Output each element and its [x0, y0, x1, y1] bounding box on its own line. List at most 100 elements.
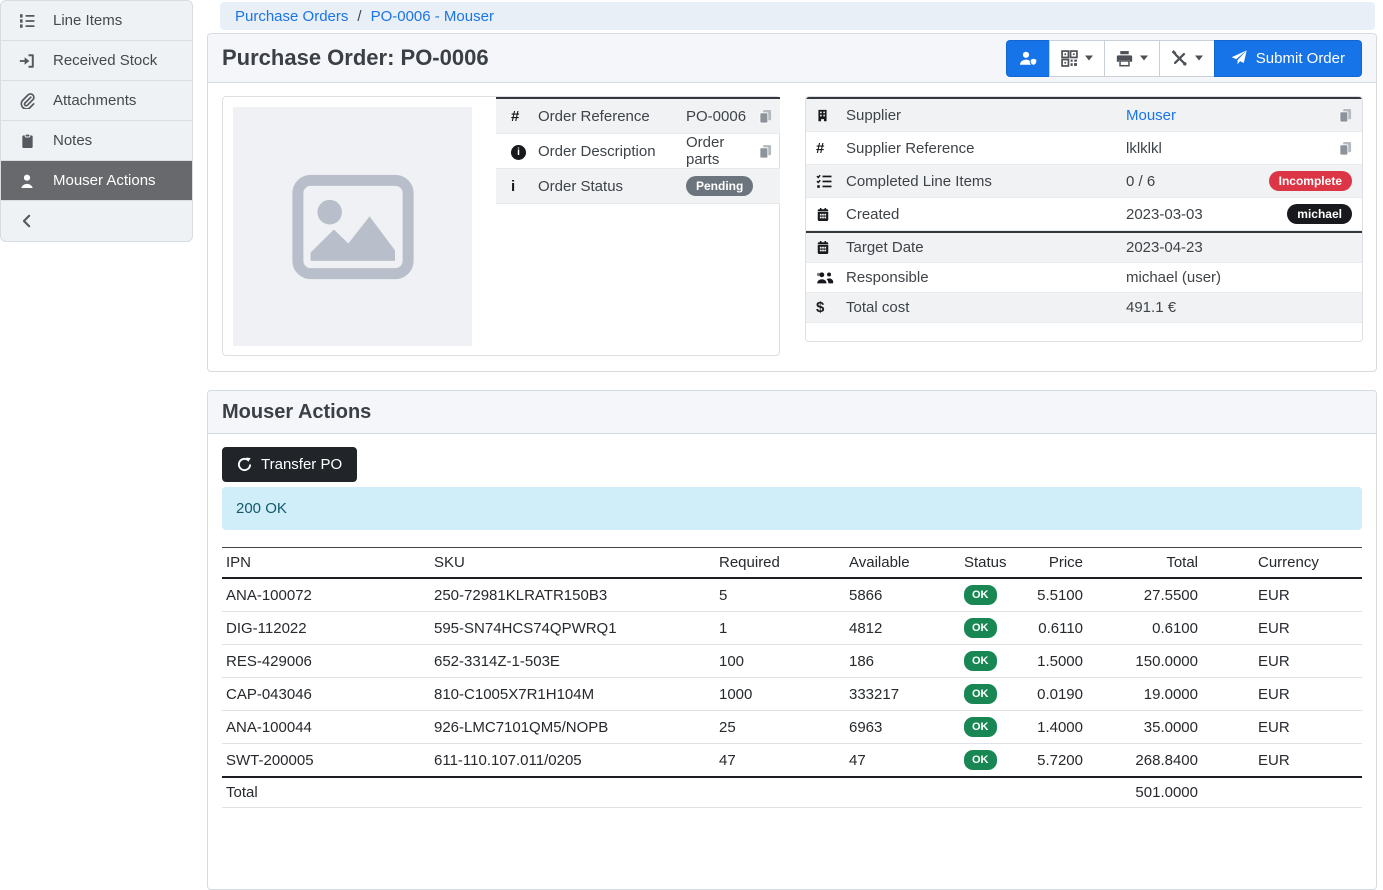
- supplier-details-table-2: Target Date 2023-04-23 Responsible micha…: [806, 231, 1362, 323]
- sidebar-item-received-stock[interactable]: Received Stock: [1, 41, 192, 81]
- calendar-icon: [816, 207, 846, 222]
- clipboard-icon: [1, 133, 53, 149]
- status-badge: OK: [964, 618, 997, 638]
- status-badge: OK: [964, 684, 997, 704]
- breadcrumb-link-purchase-orders[interactable]: Purchase Orders: [235, 8, 348, 25]
- purchase-order-panel-body: # Order Reference PO-0006 i Order Descri…: [208, 83, 1376, 371]
- table-row: DIG-112022 595-SN74HCS74QPWRQ1 1 4812 OK…: [222, 612, 1362, 645]
- order-status-row: i Order Status Pending: [496, 169, 780, 204]
- chevron-down-icon: [1140, 55, 1148, 61]
- col-available: Available: [845, 548, 960, 579]
- printer-icon: [1116, 50, 1133, 67]
- col-required: Required: [715, 548, 845, 579]
- submit-order-label: Submit Order: [1256, 50, 1345, 67]
- transfer-po-button[interactable]: Transfer PO: [222, 447, 357, 482]
- supplier-row: Supplier Mouser: [806, 99, 1362, 132]
- sidebar-item-mouser-actions[interactable]: Mouser Actions: [1, 161, 192, 201]
- table-footer-row: Total 501.0000: [222, 777, 1362, 808]
- print-dropdown-button[interactable]: [1104, 40, 1160, 77]
- col-sku: SKU: [430, 548, 715, 579]
- list-ol-icon: [1, 13, 53, 29]
- chevron-down-icon: [1085, 55, 1093, 61]
- sidebar-item-notes[interactable]: Notes: [1, 121, 192, 161]
- dollar-icon: $: [816, 299, 846, 316]
- admin-user-button[interactable]: [1006, 40, 1050, 77]
- order-status-badge: Pending: [686, 176, 753, 196]
- info-circle-icon: i: [511, 142, 538, 160]
- total-cost-row: $ Total cost 491.1 €: [806, 293, 1362, 323]
- footer-total-value: 501.0000: [1087, 777, 1202, 808]
- table-row: RES-429006 652-3314Z-1-503E 100 186 OK 1…: [222, 645, 1362, 678]
- col-currency: Currency: [1202, 548, 1362, 579]
- sidebar-item-label: Mouser Actions: [53, 172, 156, 189]
- col-ipn: IPN: [222, 548, 430, 579]
- sidebar-item-label: Notes: [53, 132, 92, 149]
- rotate-icon: [237, 457, 252, 472]
- order-description-row: i Order Description Order parts: [496, 134, 780, 169]
- sidebar-item-label: Line Items: [53, 12, 122, 29]
- mouser-actions-title: Mouser Actions: [222, 401, 371, 424]
- image-placeholder-icon: [291, 174, 415, 280]
- copy-icon[interactable]: [1339, 141, 1352, 156]
- submit-order-button[interactable]: Submit Order: [1214, 40, 1362, 77]
- table-row: ANA-100044 926-LMC7101QM5/NOPB 25 6963 O…: [222, 711, 1362, 744]
- copy-icon[interactable]: [1339, 108, 1352, 123]
- calendar-icon: [816, 240, 846, 255]
- transfer-po-label: Transfer PO: [261, 456, 342, 473]
- main-content: Purchase Orders / PO-0006 - Mouser Purch…: [207, 0, 1377, 890]
- supplier-image-placeholder[interactable]: [233, 107, 472, 346]
- purchase-order-panel-header: Purchase Order: PO-0006: [208, 34, 1376, 83]
- paperclip-icon: [1, 93, 53, 109]
- status-badge: OK: [964, 585, 997, 605]
- footer-total-label: Total: [222, 777, 430, 808]
- breadcrumb-link-current[interactable]: PO-0006 - Mouser: [371, 8, 494, 25]
- breadcrumb-separator: /: [357, 8, 361, 25]
- info-icon: i: [511, 178, 538, 195]
- copy-icon[interactable]: [759, 144, 772, 159]
- sidebar-item-line-items[interactable]: Line Items: [1, 1, 192, 41]
- po-line-items-table: IPN SKU Required Available Status Price …: [222, 547, 1362, 808]
- arrow-right-to-bracket-icon: [1, 53, 53, 69]
- order-actions: Submit Order: [1006, 40, 1362, 77]
- supplier-reference-row: # Supplier Reference lklklkl: [806, 132, 1362, 165]
- table-row: ANA-100072 250-72981KLRATR150B3 5 5866 O…: [222, 578, 1362, 612]
- list-check-icon: [816, 173, 846, 189]
- paper-plane-icon: [1231, 50, 1247, 66]
- hashtag-icon: #: [511, 108, 538, 125]
- order-details-table: # Order Reference PO-0006 i Order Descri…: [496, 97, 780, 204]
- completed-line-items-row: Completed Line Items 0 / 6 Incomplete: [806, 165, 1362, 198]
- supplier-details-box: Supplier Mouser # Supplier Reference lkl…: [805, 96, 1363, 342]
- sidebar-item-label: Received Stock: [53, 52, 157, 69]
- status-badge: OK: [964, 717, 997, 737]
- qrcode-icon: [1061, 50, 1078, 67]
- chevron-down-icon: [1195, 55, 1203, 61]
- breadcrumb: Purchase Orders / PO-0006 - Mouser: [220, 2, 1375, 30]
- barcode-dropdown-button[interactable]: [1049, 40, 1105, 77]
- hashtag-icon: #: [816, 140, 846, 157]
- copy-icon[interactable]: [759, 109, 772, 124]
- table-header-row: IPN SKU Required Available Status Price …: [222, 548, 1362, 579]
- mouser-actions-header: Mouser Actions: [208, 391, 1376, 434]
- supplier-details-table-1: Supplier Mouser # Supplier Reference lkl…: [806, 97, 1362, 231]
- status-alert: 200 OK: [222, 487, 1362, 530]
- users-icon: [816, 270, 846, 285]
- chevron-left-icon: [1, 214, 53, 228]
- sidebar-item-attachments[interactable]: Attachments: [1, 81, 192, 121]
- sidebar: Line Items Received Stock Attachments No…: [0, 0, 193, 242]
- order-details-box: # Order Reference PO-0006 i Order Descri…: [222, 96, 780, 356]
- order-options-dropdown-button[interactable]: [1159, 40, 1215, 77]
- target-date-row: Target Date 2023-04-23: [806, 233, 1362, 263]
- table-row: CAP-043046 810-C1005X7R1H104M 1000 33321…: [222, 678, 1362, 711]
- building-icon: [816, 108, 846, 123]
- mouser-actions-panel: Mouser Actions Transfer PO 200 OK I: [207, 390, 1377, 890]
- table-row: SWT-200005 611-110.107.011/0205 47 47 OK…: [222, 744, 1362, 778]
- created-user-badge: michael: [1287, 204, 1352, 224]
- col-price: Price: [1027, 548, 1087, 579]
- sidebar-collapse-button[interactable]: [1, 201, 192, 241]
- supplier-link[interactable]: Mouser: [1126, 107, 1176, 124]
- responsible-row: Responsible michael (user): [806, 263, 1362, 293]
- user-icon: [1, 173, 53, 189]
- col-total: Total: [1087, 548, 1202, 579]
- status-badge: OK: [964, 651, 997, 671]
- order-reference-row: # Order Reference PO-0006: [496, 99, 780, 134]
